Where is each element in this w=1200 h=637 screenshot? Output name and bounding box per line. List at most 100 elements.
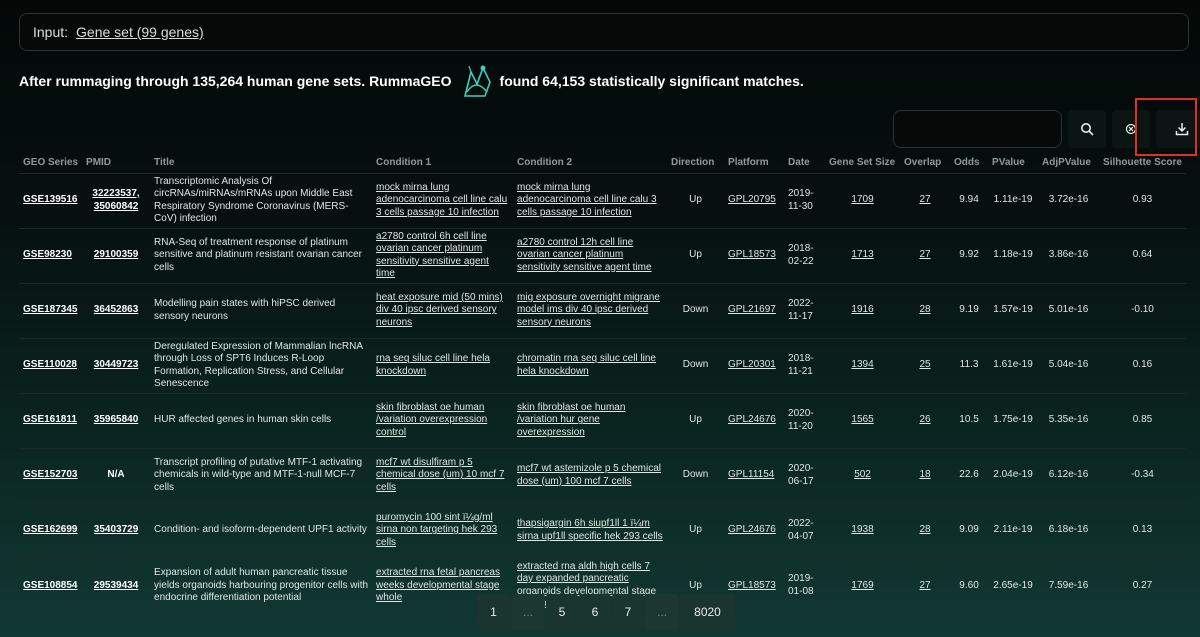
condition-1-link[interactable]: puromycin 100 sint ï¼g/ml sirna non targ… — [372, 502, 514, 558]
overlap-link[interactable]: 28 — [900, 282, 951, 338]
pmid-text: 32223537, 35060842 — [92, 188, 140, 212]
gene-set-link[interactable]: Gene set (99 genes) — [76, 24, 204, 40]
geo-series-link[interactable]: GSE98230 — [19, 227, 83, 283]
overlap-link[interactable]: 18 — [900, 447, 951, 503]
col-adjpvalue[interactable]: AdjPValue — [1038, 153, 1099, 173]
page-6-button[interactable]: 6 — [579, 594, 611, 630]
condition-2-link[interactable]: thapsigargin 6h siupf1ll 1 ï¼m sirna upf… — [513, 502, 668, 558]
condition-1-link[interactable]: a2780 control 6h cell line ovarian cance… — [372, 227, 514, 283]
adjpvalue-cell: 6.12e-16 — [1038, 447, 1100, 503]
silhouette-score-cell: 0.85 — [1099, 392, 1186, 448]
geo-series-link[interactable]: GSE108854 — [19, 557, 83, 613]
page-ellipsis: ... — [645, 594, 679, 630]
condition-2-link[interactable]: chromatin rna seq siluc cell line hela k… — [513, 337, 668, 393]
title-cell: Deregulated Expression of Mammalian lncR… — [150, 337, 373, 393]
overlap-link[interactable]: 26 — [900, 392, 951, 448]
condition-2-link[interactable]: skin fibroblast oe human /variation hur … — [513, 392, 668, 448]
silhouette-score-cell: 0.16 — [1099, 337, 1186, 393]
overlap-link[interactable]: 28 — [900, 502, 951, 558]
silhouette-score-cell: 0.13 — [1099, 502, 1186, 558]
direction-cell: Up — [667, 392, 725, 448]
gene-set-size-link[interactable]: 1916 — [825, 282, 901, 338]
pmid-link[interactable]: 35403729 — [82, 502, 151, 558]
col-odds[interactable]: Odds — [950, 153, 988, 173]
overlap-link[interactable]: 27 — [900, 557, 951, 613]
gene-set-size-link[interactable]: 1565 — [825, 392, 901, 448]
condition-2-link[interactable]: mock mirna lung adenocarcinoma cell line… — [513, 172, 668, 228]
condition-1-link[interactable]: rna seq siluc cell line hela knockdown — [372, 337, 514, 393]
gene-set-size-link[interactable]: 1709 — [825, 172, 901, 228]
gene-set-size-link[interactable]: 1394 — [825, 337, 901, 393]
title-cell: RNA-Seq of treatment response of platinu… — [150, 227, 373, 283]
geo-series-link[interactable]: GSE110028 — [19, 337, 83, 393]
geo-series-link[interactable]: GSE139516 — [19, 172, 83, 228]
pvalue-cell: 1.61e-19 — [988, 337, 1039, 393]
odds-cell: 9.92 — [950, 227, 989, 283]
platform-link[interactable]: GPL21697 — [724, 282, 785, 338]
overlap-link[interactable]: 27 — [900, 227, 951, 283]
geo-series-link[interactable]: GSE161811 — [19, 392, 83, 448]
overlap-link[interactable]: 25 — [900, 337, 951, 393]
download-icon — [1175, 123, 1189, 136]
condition-1-link[interactable]: mock mirna lung adenocarcinoma cell line… — [372, 172, 514, 228]
silhouette-score-cell: 0.64 — [1099, 227, 1186, 283]
condition-2-link[interactable]: mcf7 wt astemizole p 5 chemical dose (um… — [513, 447, 668, 503]
platform-link[interactable]: GPL20795 — [724, 172, 785, 228]
condition-1-link[interactable]: mcf7 wt disulfiram p 5 chemical dose (um… — [372, 447, 514, 503]
pmid-text: 29539434 — [93, 579, 139, 591]
date-cell: 2022- 04-07 — [784, 502, 826, 558]
page-5-button[interactable]: 5 — [546, 594, 578, 630]
col-pmid[interactable]: PMID — [82, 153, 150, 173]
search-input[interactable] — [893, 110, 1062, 148]
col-condition-1[interactable]: Condition 1 — [372, 153, 513, 173]
page-8020-button[interactable]: 8020 — [680, 594, 735, 630]
col-geo-series[interactable]: GEO Series — [19, 153, 82, 173]
pmid-link[interactable]: N/A — [82, 447, 151, 503]
col-gene-set-size[interactable]: Gene Set Size — [825, 153, 900, 173]
condition-1-link[interactable]: skin fibroblast oe human /variation over… — [372, 392, 514, 448]
pmid-link[interactable]: 29100359 — [82, 227, 151, 283]
pmid-link[interactable]: 35965840 — [82, 392, 151, 448]
gene-set-size-link[interactable]: 502 — [825, 447, 901, 503]
pmid-link[interactable]: 30449723 — [82, 337, 151, 393]
condition-2-link[interactable]: a2780 control 12h cell line ovarian canc… — [513, 227, 668, 283]
platform-link[interactable]: GPL11154 — [724, 447, 785, 503]
summary-after: found 64,153 statistically significant m… — [499, 73, 804, 89]
col-date[interactable]: Date — [784, 153, 825, 173]
platform-link[interactable]: GPL18573 — [724, 227, 785, 283]
col-title[interactable]: Title — [150, 153, 372, 173]
title-cell: Transcriptomic Analysis Of circRNAs/miRN… — [150, 172, 373, 228]
overlap-link[interactable]: 27 — [900, 172, 951, 228]
summary-before: After rummaging through 135,264 human ge… — [19, 73, 452, 89]
search-button[interactable] — [1068, 110, 1106, 148]
col-direction[interactable]: Direction — [667, 153, 724, 173]
pmid-link[interactable]: 36452863 — [82, 282, 151, 338]
col-pvalue[interactable]: PValue — [988, 153, 1038, 173]
page-1-button[interactable]: 1 — [477, 594, 510, 630]
platform-link[interactable]: GPL20301 — [724, 337, 785, 393]
condition-1-link[interactable]: heat exposure mid (50 mins) div 40 ipsc … — [372, 282, 514, 338]
col-silhouette-score[interactable]: Silhouette Score — [1099, 153, 1186, 173]
col-platform[interactable]: Platform — [724, 153, 784, 173]
platform-link[interactable]: GPL24676 — [724, 392, 785, 448]
gene-set-size-link[interactable]: 1713 — [825, 227, 901, 283]
adjpvalue-cell: 6.18e-16 — [1038, 502, 1100, 558]
input-label: Input: — [33, 24, 69, 40]
date-cell: 2018- 02-22 — [784, 227, 826, 283]
pmid-link[interactable]: 32223537, 35060842 — [82, 172, 151, 228]
page-7-button[interactable]: 7 — [612, 594, 644, 630]
geo-series-link[interactable]: GSE162699 — [19, 502, 83, 558]
col-overlap[interactable]: Overlap — [900, 153, 950, 173]
pmid-link[interactable]: 29539434 — [82, 557, 151, 613]
platform-link[interactable]: GPL24676 — [724, 502, 785, 558]
download-button[interactable] — [1156, 110, 1200, 148]
gene-set-size-link[interactable]: 1769 — [825, 557, 901, 613]
adjpvalue-cell: 3.72e-16 — [1038, 172, 1100, 228]
condition-2-link[interactable]: mig exposure overnight migrane model ims… — [513, 282, 668, 338]
geo-series-link[interactable]: GSE152703 — [19, 447, 83, 503]
col-condition-2[interactable]: Condition 2 — [513, 153, 667, 173]
odds-cell: 22.6 — [950, 447, 989, 503]
clear-button[interactable] — [1112, 110, 1150, 148]
geo-series-link[interactable]: GSE187345 — [19, 282, 83, 338]
gene-set-size-link[interactable]: 1938 — [825, 502, 901, 558]
